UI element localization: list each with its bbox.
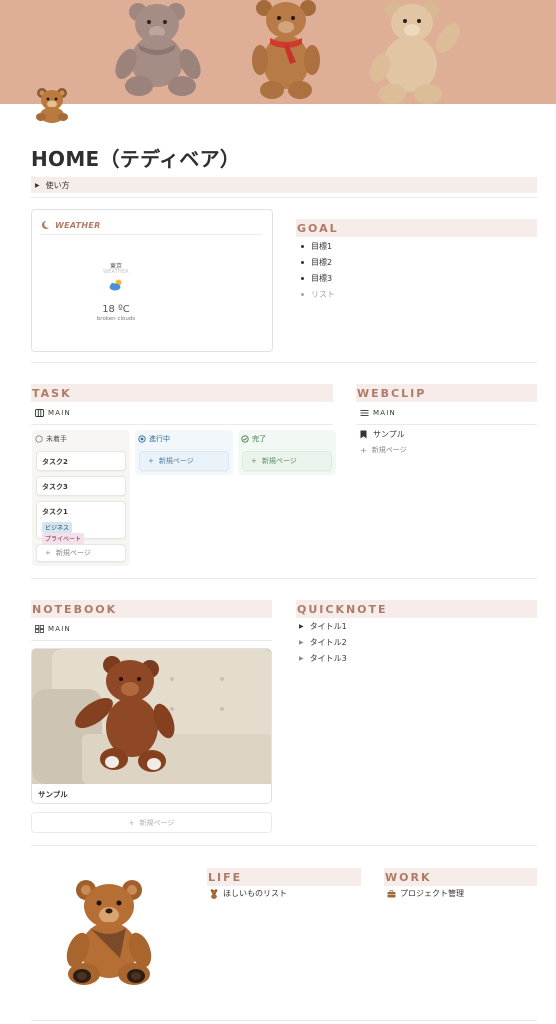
new-page-button[interactable]: + 新規ページ	[242, 451, 332, 471]
view-divider	[31, 424, 333, 425]
goal-item[interactable]: 目標1	[296, 238, 335, 254]
task-card[interactable]: タスク1 ビジネスプライベート	[36, 501, 126, 544]
weather-divider	[40, 234, 262, 235]
task-card[interactable]: タスク3	[36, 476, 126, 496]
gallery-view-icon	[35, 625, 44, 633]
toggle-triangle-icon[interactable]: ▶	[299, 623, 304, 630]
page-title[interactable]: HOME（テディベア）	[31, 143, 240, 172]
quicknote-toggle-item[interactable]: ▶ タイトル1	[299, 621, 347, 632]
divider	[31, 197, 537, 198]
card-title: サンプル	[38, 790, 68, 799]
task-view-tab[interactable]: MAIN	[35, 409, 71, 417]
notebook-gallery-card[interactable]: サンプル	[31, 648, 272, 804]
view-divider	[31, 640, 272, 641]
teddy-bear-page-icon[interactable]	[32, 84, 72, 124]
board-column-in-progress: 進行中 + 新規ページ	[135, 430, 233, 475]
weather-temperature: 18 ºC	[102, 304, 130, 315]
cover-image	[0, 0, 556, 104]
check-circle-icon	[241, 435, 249, 443]
divider	[31, 1020, 537, 1021]
life-link-wishlist[interactable]: ほしいものリスト	[210, 888, 287, 899]
moon-icon	[41, 220, 49, 229]
quicknote-toggle-item[interactable]: ▶ タイトル3	[299, 653, 347, 664]
partly-cloudy-icon	[109, 279, 122, 291]
circle-status-icon	[35, 435, 43, 443]
teddy-bear-image	[66, 880, 152, 985]
goal-item[interactable]: 目標3	[296, 270, 335, 286]
quicknote-toggle-item[interactable]: ▶ タイトル2	[299, 637, 347, 648]
new-page-button[interactable]: + 新規ページ	[139, 451, 229, 471]
task-heading[interactable]: TASK	[31, 384, 333, 402]
usage-toggle[interactable]: ▶ 使い方	[31, 177, 537, 193]
plus-icon: +	[148, 457, 154, 465]
board-column-done: 完了 + 新規ページ	[238, 430, 336, 475]
teddy-bear-icon	[210, 888, 218, 899]
goal-heading[interactable]: GOAL	[296, 219, 537, 237]
life-heading[interactable]: LIFE	[207, 868, 361, 886]
teddy-bear-brown-image	[252, 0, 320, 99]
webclip-view-tab[interactable]: MAIN	[360, 409, 396, 417]
weather-sublabel: WEATHER	[103, 269, 129, 275]
teddy-on-sofa-image	[32, 649, 271, 784]
tag-private: プライベート	[42, 533, 85, 544]
teddy-bear-grey-image	[115, 3, 201, 96]
weather-description: broken clouds	[96, 316, 136, 322]
plus-icon: +	[128, 818, 135, 827]
usage-toggle-label: 使い方	[45, 180, 70, 190]
webclip-heading[interactable]: WEBCLIP	[356, 384, 537, 402]
weather-widget[interactable]: WEATHER 東京 WEATHER 18 ºC broken clouds	[31, 209, 273, 352]
work-heading[interactable]: WORK	[384, 868, 537, 886]
work-link-project[interactable]: プロジェクト管理	[387, 888, 464, 899]
list-view-icon	[360, 410, 369, 416]
tag-business: ビジネス	[42, 522, 73, 533]
view-divider	[356, 424, 537, 425]
toggle-triangle-icon[interactable]: ▶	[35, 182, 40, 189]
notebook-view-tab[interactable]: MAIN	[35, 625, 71, 633]
new-page-button[interactable]: + 新規ページ	[36, 544, 126, 562]
column-header[interactable]: 未着手	[35, 434, 67, 444]
plus-icon: +	[360, 445, 367, 455]
column-header[interactable]: 進行中	[138, 434, 170, 444]
divider	[31, 362, 537, 363]
webclip-new-page[interactable]: + 新規ページ	[360, 445, 407, 455]
goal-placeholder-item[interactable]: リスト	[296, 286, 335, 302]
toggle-triangle-icon[interactable]: ▶	[299, 655, 304, 662]
quicknote-heading[interactable]: QUICKNOTE	[296, 600, 537, 618]
divider	[31, 578, 537, 579]
goal-list: 目標1 目標2 目標3 リスト	[296, 238, 335, 302]
card-cover-image	[32, 649, 271, 784]
column-header[interactable]: 完了	[241, 434, 266, 444]
notebook-heading[interactable]: NOTEBOOK	[31, 600, 272, 618]
plus-icon: +	[251, 457, 257, 465]
plus-icon: +	[45, 549, 51, 557]
task-card[interactable]: タスク2	[36, 451, 126, 471]
notebook-new-page-button[interactable]: + 新規ページ	[31, 812, 272, 833]
bookmark-icon	[360, 430, 367, 439]
progress-status-icon	[138, 435, 146, 443]
divider	[31, 845, 537, 846]
teddy-bear-cream-image	[370, 1, 460, 104]
briefcase-icon	[387, 889, 396, 897]
goal-item[interactable]: 目標2	[296, 254, 335, 270]
board-view-icon	[35, 409, 44, 417]
board-column-not-started: 未着手 タスク2 タスク3 タスク1 ビジネスプライベート + 新規ページ	[32, 430, 130, 566]
webclip-item[interactable]: サンプル	[360, 429, 405, 440]
toggle-triangle-icon[interactable]: ▶	[299, 639, 304, 646]
weather-header: WEATHER	[40, 220, 101, 230]
